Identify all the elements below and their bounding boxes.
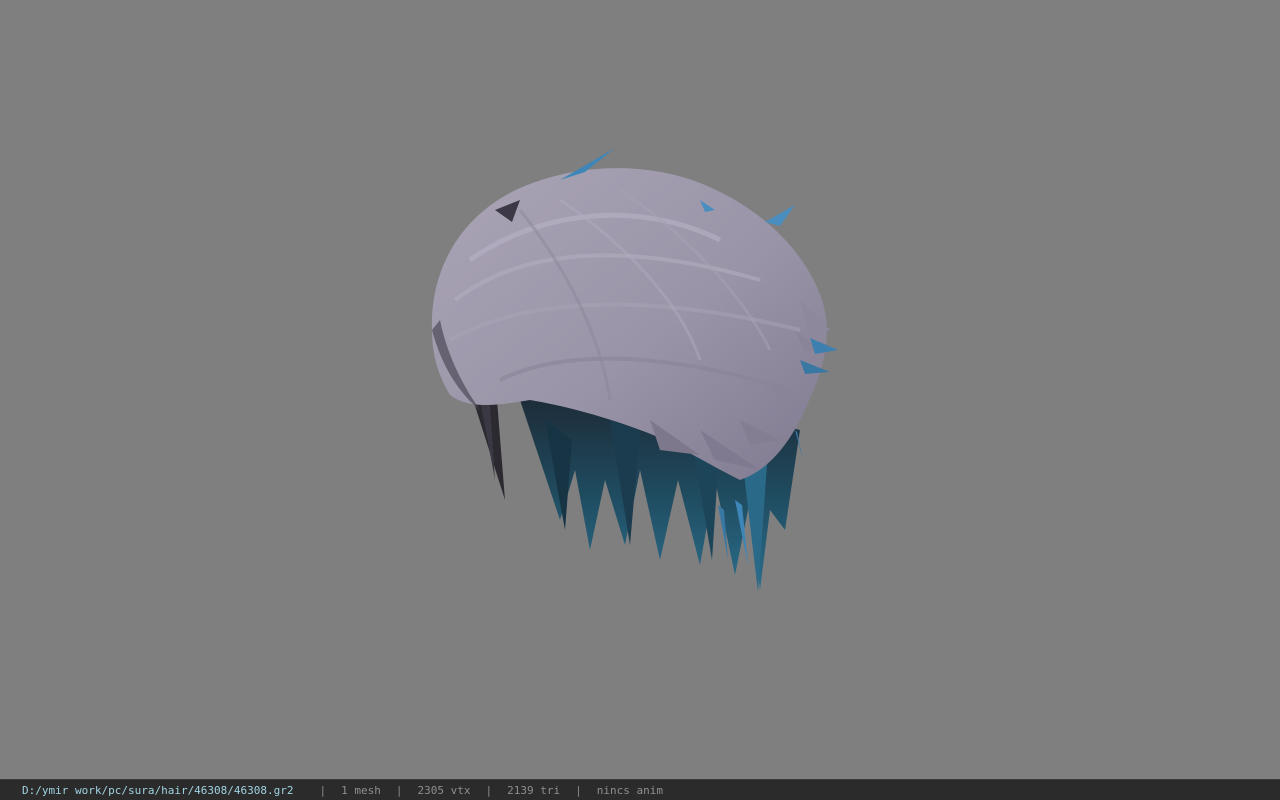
- file-path: D:/ymir work/pc/sura/hair/46308/46308.gr…: [22, 783, 294, 797]
- vertex-count: 2305 vtx: [417, 783, 471, 797]
- hair-model: [431, 148, 838, 592]
- mesh-count: 1 mesh: [341, 783, 381, 797]
- 3d-viewport[interactable]: [0, 0, 1280, 779]
- separator: |: [395, 783, 403, 797]
- separator: |: [575, 783, 582, 797]
- separator: |: [485, 783, 493, 797]
- status-bar: D:/ymir work/pc/sura/hair/46308/46308.gr…: [0, 779, 1280, 800]
- triangle-count: 2139 tri: [507, 783, 561, 797]
- animation-status: nincs anim: [596, 783, 663, 797]
- separator: |: [319, 783, 327, 797]
